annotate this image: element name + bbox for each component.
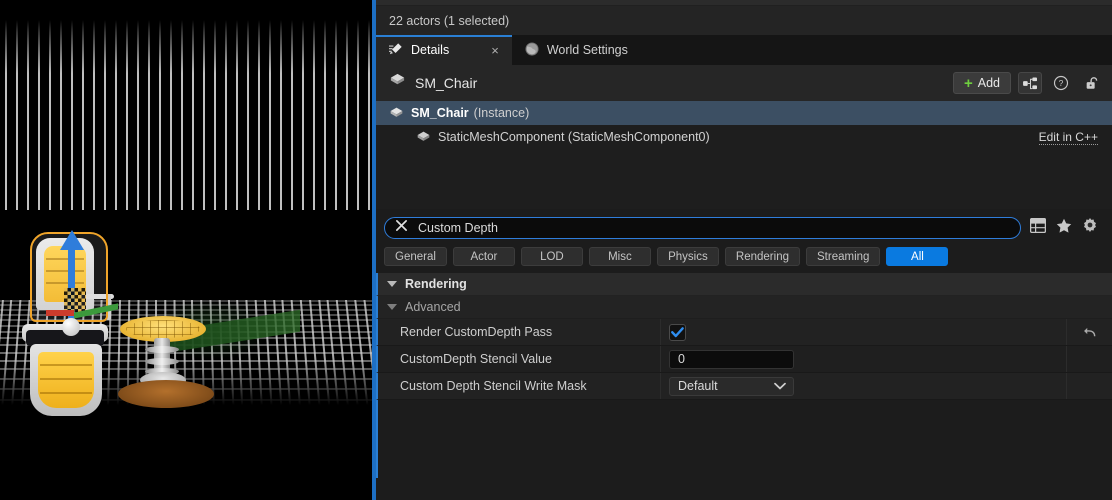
chair-lower-cushion xyxy=(38,352,94,408)
category-header-rendering[interactable]: Rendering xyxy=(376,273,1112,296)
tree-row-instance-name: SM_Chair xyxy=(411,106,469,120)
add-button-label: Add xyxy=(978,76,1000,90)
gizmo-checker-overlay xyxy=(64,288,86,312)
favorites-star-icon[interactable] xyxy=(1056,218,1072,238)
level-viewport[interactable] xyxy=(0,0,372,500)
chevron-down-icon xyxy=(387,304,397,310)
chevron-down-icon xyxy=(387,281,397,287)
search-input-value: Custom Depth xyxy=(418,221,498,235)
customdepth-stencil-value-input[interactable]: 0 xyxy=(669,350,794,369)
filter-pill-streaming[interactable]: Streaming xyxy=(806,247,880,266)
custom-depth-stencil-write-mask-dropdown[interactable]: Default xyxy=(669,377,794,396)
globe-icon xyxy=(525,42,539,59)
clear-x-icon[interactable] xyxy=(395,219,408,237)
property-row-customdepth-stencil-value[interactable]: CustomDepth Stencil Value 0 xyxy=(376,346,1112,373)
tab-details-close-icon[interactable]: × xyxy=(491,43,499,58)
filter-pills: General Actor LOD Misc Physics Rendering… xyxy=(376,245,1112,273)
category-header-label: Rendering xyxy=(405,277,467,291)
transform-gizmo[interactable] xyxy=(46,236,166,346)
unreal-editor-window: 22 actors (1 selected) Details × xyxy=(0,0,1112,500)
details-header: SM_Chair + Add ? xyxy=(376,65,1112,101)
property-value xyxy=(660,319,1066,345)
search-input[interactable]: Custom Depth xyxy=(384,217,1021,239)
static-mesh-icon xyxy=(389,72,406,94)
filter-pill-general[interactable]: General xyxy=(384,247,447,266)
filter-pill-actor[interactable]: Actor xyxy=(453,247,515,266)
reset-arrow-icon[interactable] xyxy=(1066,319,1112,345)
tab-world-settings[interactable]: World Settings xyxy=(512,35,641,65)
property-value: 0 xyxy=(660,346,1066,372)
filter-pill-lod[interactable]: LOD xyxy=(521,247,583,266)
subcategory-header-label: Advanced xyxy=(405,300,461,314)
gizmo-center-handle[interactable] xyxy=(62,318,80,336)
component-hierarchy-icon[interactable] xyxy=(1018,72,1042,94)
search-row: Custom Depth xyxy=(376,209,1112,245)
static-mesh-icon xyxy=(389,106,404,121)
subcategory-header-advanced[interactable]: Advanced xyxy=(376,296,1112,319)
property-label: Custom Depth Stencil Write Mask xyxy=(378,379,660,393)
filter-pill-all[interactable]: All xyxy=(886,247,948,266)
svg-text:?: ? xyxy=(1059,78,1064,88)
property-label: Render CustomDepth Pass xyxy=(378,325,660,339)
reset-slot xyxy=(1066,346,1112,372)
stool-base xyxy=(118,380,214,408)
add-button[interactable]: + Add xyxy=(953,72,1011,94)
tree-empty-space xyxy=(376,149,1112,209)
panel-tab-bar: Details × World Settings xyxy=(376,35,1112,65)
tree-row-instance[interactable]: SM_Chair (Instance) xyxy=(376,101,1112,125)
tree-row-component[interactable]: StaticMeshComponent (StaticMeshComponent… xyxy=(376,125,1112,149)
tree-row-instance-suffix: (Instance) xyxy=(474,106,530,120)
tab-details[interactable]: Details × xyxy=(376,35,512,65)
property-label: CustomDepth Stencil Value xyxy=(378,352,660,366)
details-empty-area xyxy=(376,400,1112,478)
render-customdepth-pass-checkbox[interactable] xyxy=(669,324,686,341)
reset-slot xyxy=(1066,373,1112,399)
details-panel: 22 actors (1 selected) Details × xyxy=(376,0,1112,500)
property-value: Default xyxy=(660,373,1066,399)
gizmo-z-arrowhead[interactable] xyxy=(60,230,84,250)
search-tool-icons xyxy=(1030,218,1104,239)
edit-in-cpp-link[interactable]: Edit in C++ xyxy=(1039,130,1098,145)
unlock-padlock-icon[interactable] xyxy=(1080,72,1104,94)
static-mesh-icon xyxy=(416,130,431,145)
filter-pill-physics[interactable]: Physics xyxy=(657,247,719,266)
actor-count-text: 22 actors (1 selected) xyxy=(389,14,509,28)
actor-count-status: 22 actors (1 selected) xyxy=(376,6,1112,35)
chevron-down-icon xyxy=(774,379,786,393)
settings-gear-icon[interactable] xyxy=(1082,218,1098,239)
table-view-icon[interactable] xyxy=(1030,218,1046,238)
filter-pill-misc[interactable]: Misc xyxy=(589,247,651,266)
filter-pill-rendering[interactable]: Rendering xyxy=(725,247,800,266)
details-pencil-icon xyxy=(389,42,403,59)
component-tree: SM_Chair (Instance) StaticMeshComponent … xyxy=(376,101,1112,209)
gizmo-x-axis[interactable] xyxy=(46,310,74,316)
property-row-render-customdepth-pass[interactable]: Render CustomDepth Pass xyxy=(376,319,1112,346)
tab-world-settings-label: World Settings xyxy=(547,43,628,57)
property-row-custom-depth-stencil-write-mask[interactable]: Custom Depth Stencil Write Mask Default xyxy=(376,373,1112,400)
details-header-tools: + Add ? xyxy=(953,72,1104,94)
tree-row-component-name: StaticMeshComponent (StaticMeshComponent… xyxy=(438,130,710,144)
tab-details-label: Details xyxy=(411,43,449,57)
page-title: SM_Chair xyxy=(415,75,477,91)
plus-icon: + xyxy=(964,76,973,91)
viewport-scene xyxy=(0,0,372,500)
help-question-icon[interactable]: ? xyxy=(1049,72,1073,94)
dropdown-selected-value: Default xyxy=(678,379,718,393)
